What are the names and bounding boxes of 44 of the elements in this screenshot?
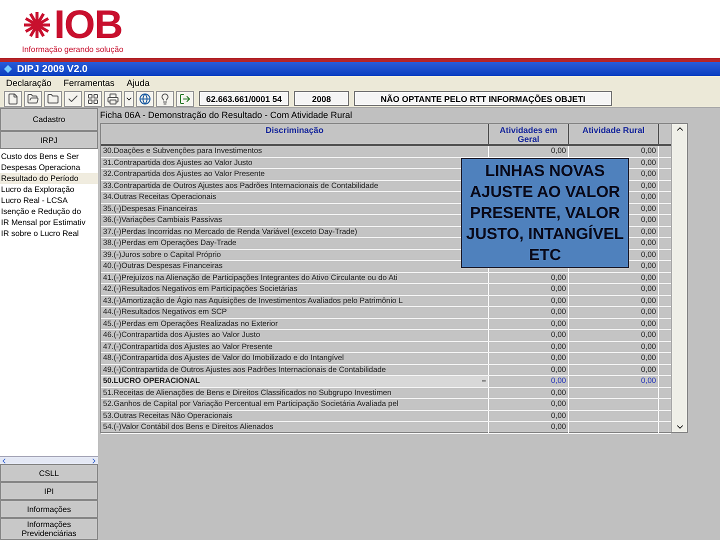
file-button[interactable] — [4, 90, 22, 106]
tagline: Informação gerando solução — [22, 44, 124, 54]
asterisk-icon — [22, 10, 52, 40]
section-button[interactable]: Cadastro — [0, 108, 98, 131]
folder-button[interactable] — [44, 90, 62, 106]
scroll-left-icon[interactable] — [0, 456, 8, 464]
globe-icon — [139, 92, 151, 104]
window-title: DIPJ 2009 V2.0 — [17, 64, 88, 74]
exit-button[interactable] — [176, 90, 194, 106]
menu-item[interactable]: Ferramentas — [64, 78, 115, 88]
dropdown-button[interactable] — [124, 90, 134, 106]
column-header: Atividades em Geral — [489, 124, 569, 144]
callout-note: LINHAS NOVAS AJUSTE AO VALOR PRESENTE, VALOR JUSTO, INTANGÍVEL ETC — [461, 158, 629, 268]
file-icon — [7, 92, 19, 104]
info-field: 2008 — [294, 91, 349, 106]
folder-icon — [47, 92, 59, 104]
lightbulb-button[interactable] — [156, 90, 174, 106]
column-header: Discriminação — [101, 124, 489, 144]
scroll-right-icon[interactable] — [90, 456, 98, 464]
logo-text: IOB — [54, 4, 122, 44]
print-button[interactable] — [104, 90, 122, 106]
folder-open-icon — [27, 92, 39, 104]
app-icon — [3, 64, 13, 74]
globe-button[interactable] — [136, 90, 154, 106]
section-button[interactable]: Informações — [0, 500, 98, 518]
menu-item[interactable]: Declaração — [6, 78, 52, 88]
section-button[interactable]: CSLL — [0, 464, 98, 482]
folder-open-button[interactable] — [24, 90, 42, 106]
check-icon — [67, 92, 79, 104]
printer-icon — [107, 92, 119, 104]
section-button[interactable]: Informações Previdenciárias — [0, 518, 98, 540]
section-button[interactable]: IPI — [0, 482, 98, 500]
grid-icon — [87, 92, 99, 104]
check-button[interactable] — [64, 90, 82, 106]
form-title: Ficha 06A - Demonstração do Resultado - Com Atividade Rural — [100, 110, 354, 122]
exit-icon — [179, 92, 191, 104]
section-button[interactable]: IRPJ — [0, 131, 98, 149]
grid-button[interactable] — [84, 90, 102, 106]
menu-item[interactable]: Ajuda — [126, 78, 150, 88]
column-header: Atividade Rural — [569, 124, 659, 144]
info-field: 62.663.661/0001 54 — [199, 91, 289, 106]
list-item[interactable]: Resultado do Período — [0, 173, 98, 184]
lightbulb-icon — [159, 92, 171, 104]
info-field: NÃO OPTANTE PELO RTT INFORMAÇÕES OBJETI — [354, 91, 612, 106]
